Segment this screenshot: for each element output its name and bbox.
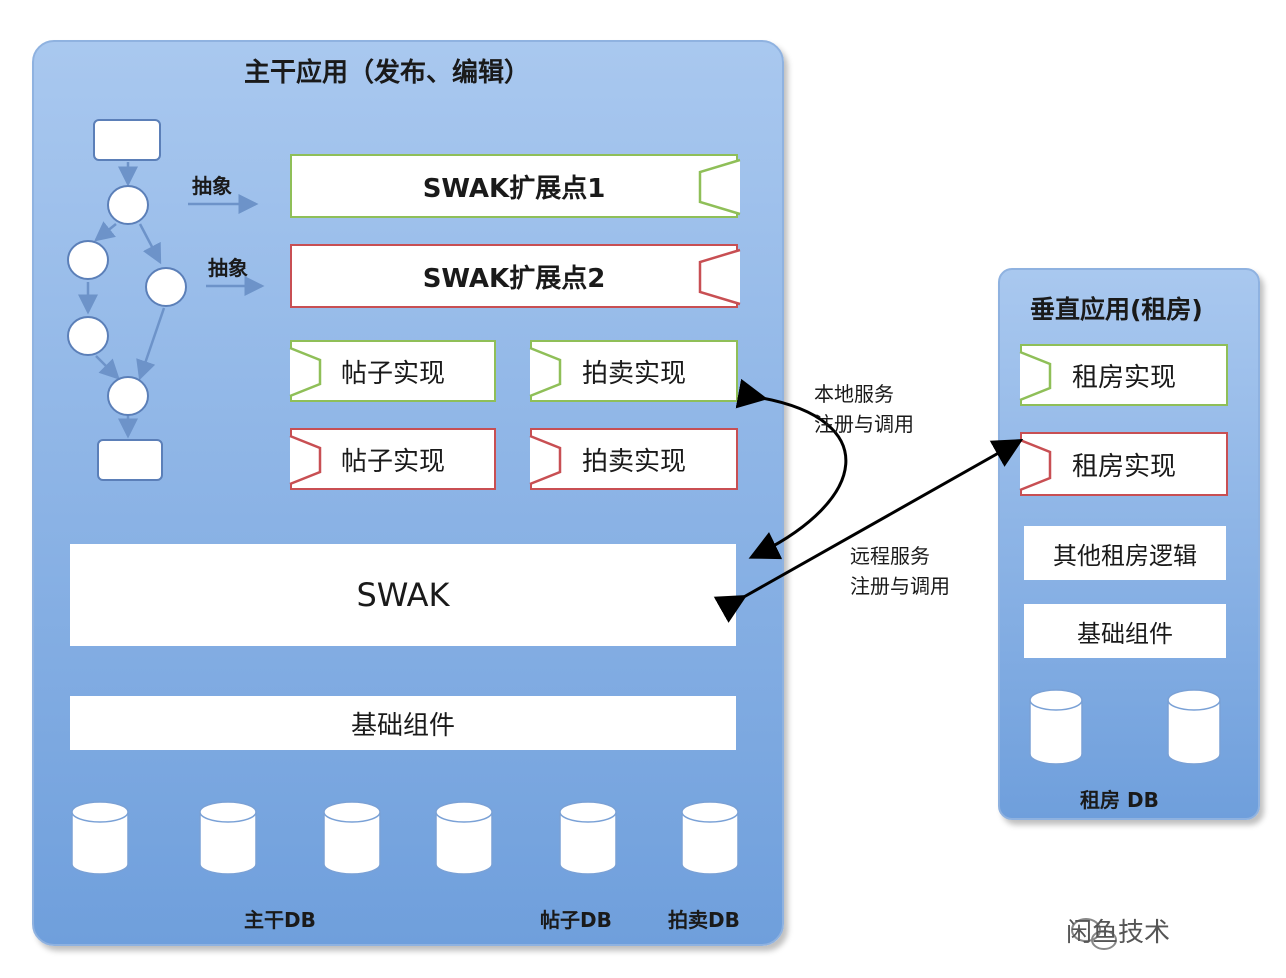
impl-tab xyxy=(289,346,322,398)
local-service-label-1: 本地服务 xyxy=(814,382,894,406)
impl-tab xyxy=(1019,350,1052,402)
impl-tab xyxy=(1019,438,1052,492)
watermark-text: 闲鱼技术 xyxy=(1066,918,1171,948)
impl-tab xyxy=(289,434,322,486)
extension-notch xyxy=(698,248,741,306)
db-label-rent: 租房 DB xyxy=(1080,788,1159,812)
db-cylinder xyxy=(199,801,257,875)
db-cylinder xyxy=(71,801,129,875)
impl-tab xyxy=(529,434,562,486)
remote-service-label-1: 远程服务 xyxy=(850,544,930,568)
db-cylinder xyxy=(1167,689,1221,765)
overlay-shapes xyxy=(71,158,1221,950)
db-cylinder xyxy=(323,801,381,875)
db-cylinder xyxy=(681,801,739,875)
db-label-auction: 拍卖DB xyxy=(668,908,740,932)
impl-tab xyxy=(529,346,562,398)
extension-notch xyxy=(698,158,741,216)
db-label-posts: 帖子DB xyxy=(540,908,612,932)
db-label-main: 主干DB xyxy=(244,908,316,932)
remote-service-label-2: 注册与调用 xyxy=(850,574,950,598)
local-service-label-2: 注册与调用 xyxy=(814,412,914,436)
db-cylinder xyxy=(559,801,617,875)
db-cylinder xyxy=(1029,689,1083,765)
db-cylinder xyxy=(435,801,493,875)
